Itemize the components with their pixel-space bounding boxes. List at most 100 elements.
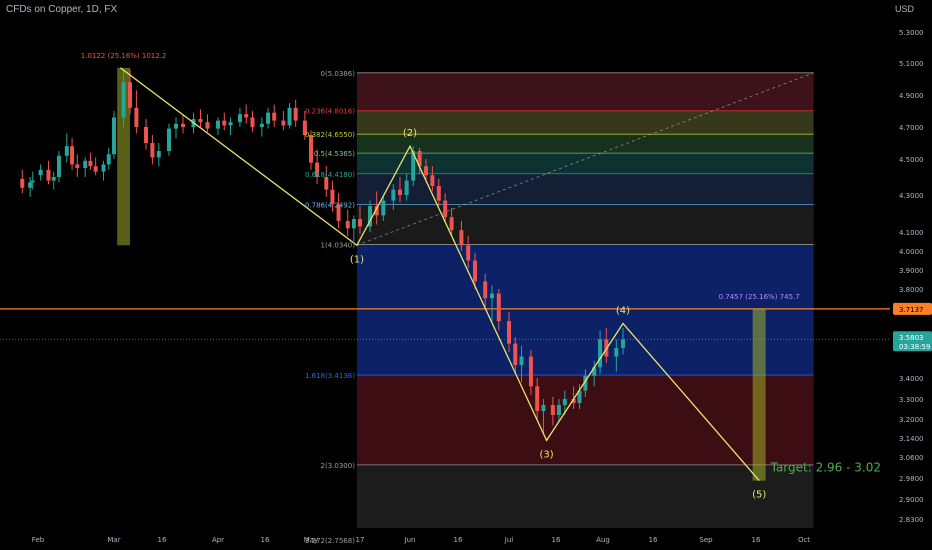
candle-body	[324, 177, 329, 190]
fib-label: 0.382(4.6550)	[305, 131, 355, 139]
wave-label: (1)	[350, 254, 364, 265]
candle-body	[345, 220, 350, 229]
candle-body	[519, 356, 524, 366]
x-tick-label: 16	[552, 536, 561, 544]
candle-body	[535, 386, 540, 411]
x-tick-label: Jun	[404, 536, 416, 544]
fib-label: 0(5.0386)	[321, 70, 356, 78]
x-tick-label: Apr	[212, 536, 224, 544]
candle-body	[250, 117, 255, 127]
candle-body	[205, 122, 210, 129]
candle-body	[156, 151, 161, 158]
candlestick-chart: (1) (2) (3) (4) (5) 0(5.0386) 0.236(4.8016) 0.…	[0, 29, 932, 545]
x-tick-label: Sep	[699, 536, 713, 544]
fib-zone	[356, 204, 814, 245]
candle-body	[93, 166, 98, 172]
y-tick-label: 4.3000	[899, 192, 924, 200]
x-tick-label: 16	[261, 536, 270, 544]
fib-zone	[356, 464, 814, 528]
candle-body	[28, 182, 33, 188]
y-tick-label: 2.8300	[899, 516, 924, 524]
measure-box	[752, 308, 766, 481]
y-tick-label: 4.1000	[899, 229, 924, 237]
x-tick-label: 16	[752, 536, 761, 544]
candle-body	[222, 120, 227, 126]
wave-label: (3)	[540, 449, 554, 460]
candle-body	[88, 160, 93, 167]
wave-label: (4)	[616, 306, 630, 317]
candle-body	[259, 123, 264, 127]
candle-body	[391, 189, 396, 201]
candle-body	[466, 245, 471, 261]
candle-body	[473, 260, 477, 282]
candle-body	[381, 200, 386, 216]
candle-body	[398, 189, 402, 195]
candle-body	[513, 343, 518, 366]
candle-body	[281, 120, 286, 126]
candle-body	[216, 120, 220, 129]
candle-body	[150, 143, 155, 158]
candle-body	[351, 219, 356, 229]
candle-body	[541, 405, 546, 411]
fib-label: 0.786(4.2492)	[305, 201, 355, 209]
candle-body	[293, 107, 298, 121]
candle-body	[237, 114, 242, 123]
candle-body	[358, 219, 362, 227]
currency-label: USD	[894, 4, 914, 14]
candle-body	[443, 200, 448, 218]
x-tick-label: 16	[158, 536, 167, 544]
x-tick-label: Mar	[107, 536, 120, 544]
candle-body	[404, 180, 409, 195]
fib-label: 0.5(4.5365)	[314, 150, 355, 158]
current-price-tag-label: 3.5803	[899, 334, 924, 342]
candle-body	[198, 119, 203, 123]
y-tick-label: 3.4000	[899, 375, 924, 383]
candle-body	[490, 293, 494, 299]
x-tick-label: Jul	[504, 536, 514, 544]
fib-label: 0.618(4.4180)	[305, 171, 355, 179]
y-tick-label: 2.9800	[899, 475, 924, 483]
chart-root: { "header": { "title": "CFDs on Copper, …	[0, 0, 932, 550]
x-tick-label: 16	[649, 536, 658, 544]
candle-body	[112, 117, 116, 155]
candle-body	[83, 160, 88, 168]
wave-label: (5)	[752, 490, 766, 501]
x-tick-label: Aug	[596, 536, 610, 544]
candle-body	[64, 146, 69, 156]
fib-label: 0.236(4.8016)	[305, 108, 355, 116]
candle-body	[424, 166, 428, 176]
x-tick-label: Feb	[32, 536, 45, 544]
measure-label: 0.7457 (25.16%) 745.7	[719, 293, 800, 301]
candle-body	[144, 127, 148, 143]
candle-body	[101, 164, 106, 172]
candle-body	[30, 180, 35, 183]
chart-title: CFDs on Copper, 1D, FX	[6, 4, 118, 15]
candle-body	[228, 122, 233, 126]
candle-body	[134, 107, 139, 127]
fib-label: 1.618(3.4136)	[305, 372, 355, 380]
y-tick-label: 3.3000	[899, 396, 924, 404]
y-tick-label: 3.1400	[899, 435, 924, 443]
candle-body	[20, 178, 25, 188]
candle-body	[430, 175, 435, 186]
candle-body	[121, 82, 126, 118]
wave-label: (2)	[403, 128, 417, 139]
candle-body	[528, 356, 533, 387]
candle-body	[46, 169, 51, 181]
candle-body	[167, 128, 171, 151]
x-tick-label: May	[304, 536, 318, 544]
target-label: Target: 2.96 - 3.02	[770, 460, 881, 474]
candle-body	[287, 107, 292, 126]
y-tick-label: 3.2000	[899, 416, 924, 424]
candle-body	[56, 155, 61, 177]
y-tick-label: 3.8000	[899, 286, 924, 294]
y-tick-label: 3.9000	[899, 267, 924, 275]
candle-body	[272, 112, 277, 121]
y-tick-label: 3.0600	[899, 454, 924, 462]
fib-label: 1(4.0340)	[321, 242, 356, 250]
candle-body	[128, 82, 132, 108]
orange-price-tag-label: 3.7137	[899, 306, 924, 314]
candle-body	[106, 154, 111, 165]
y-tick-label: 4.5000	[899, 156, 924, 164]
y-tick-label: 4.9000	[899, 92, 924, 100]
